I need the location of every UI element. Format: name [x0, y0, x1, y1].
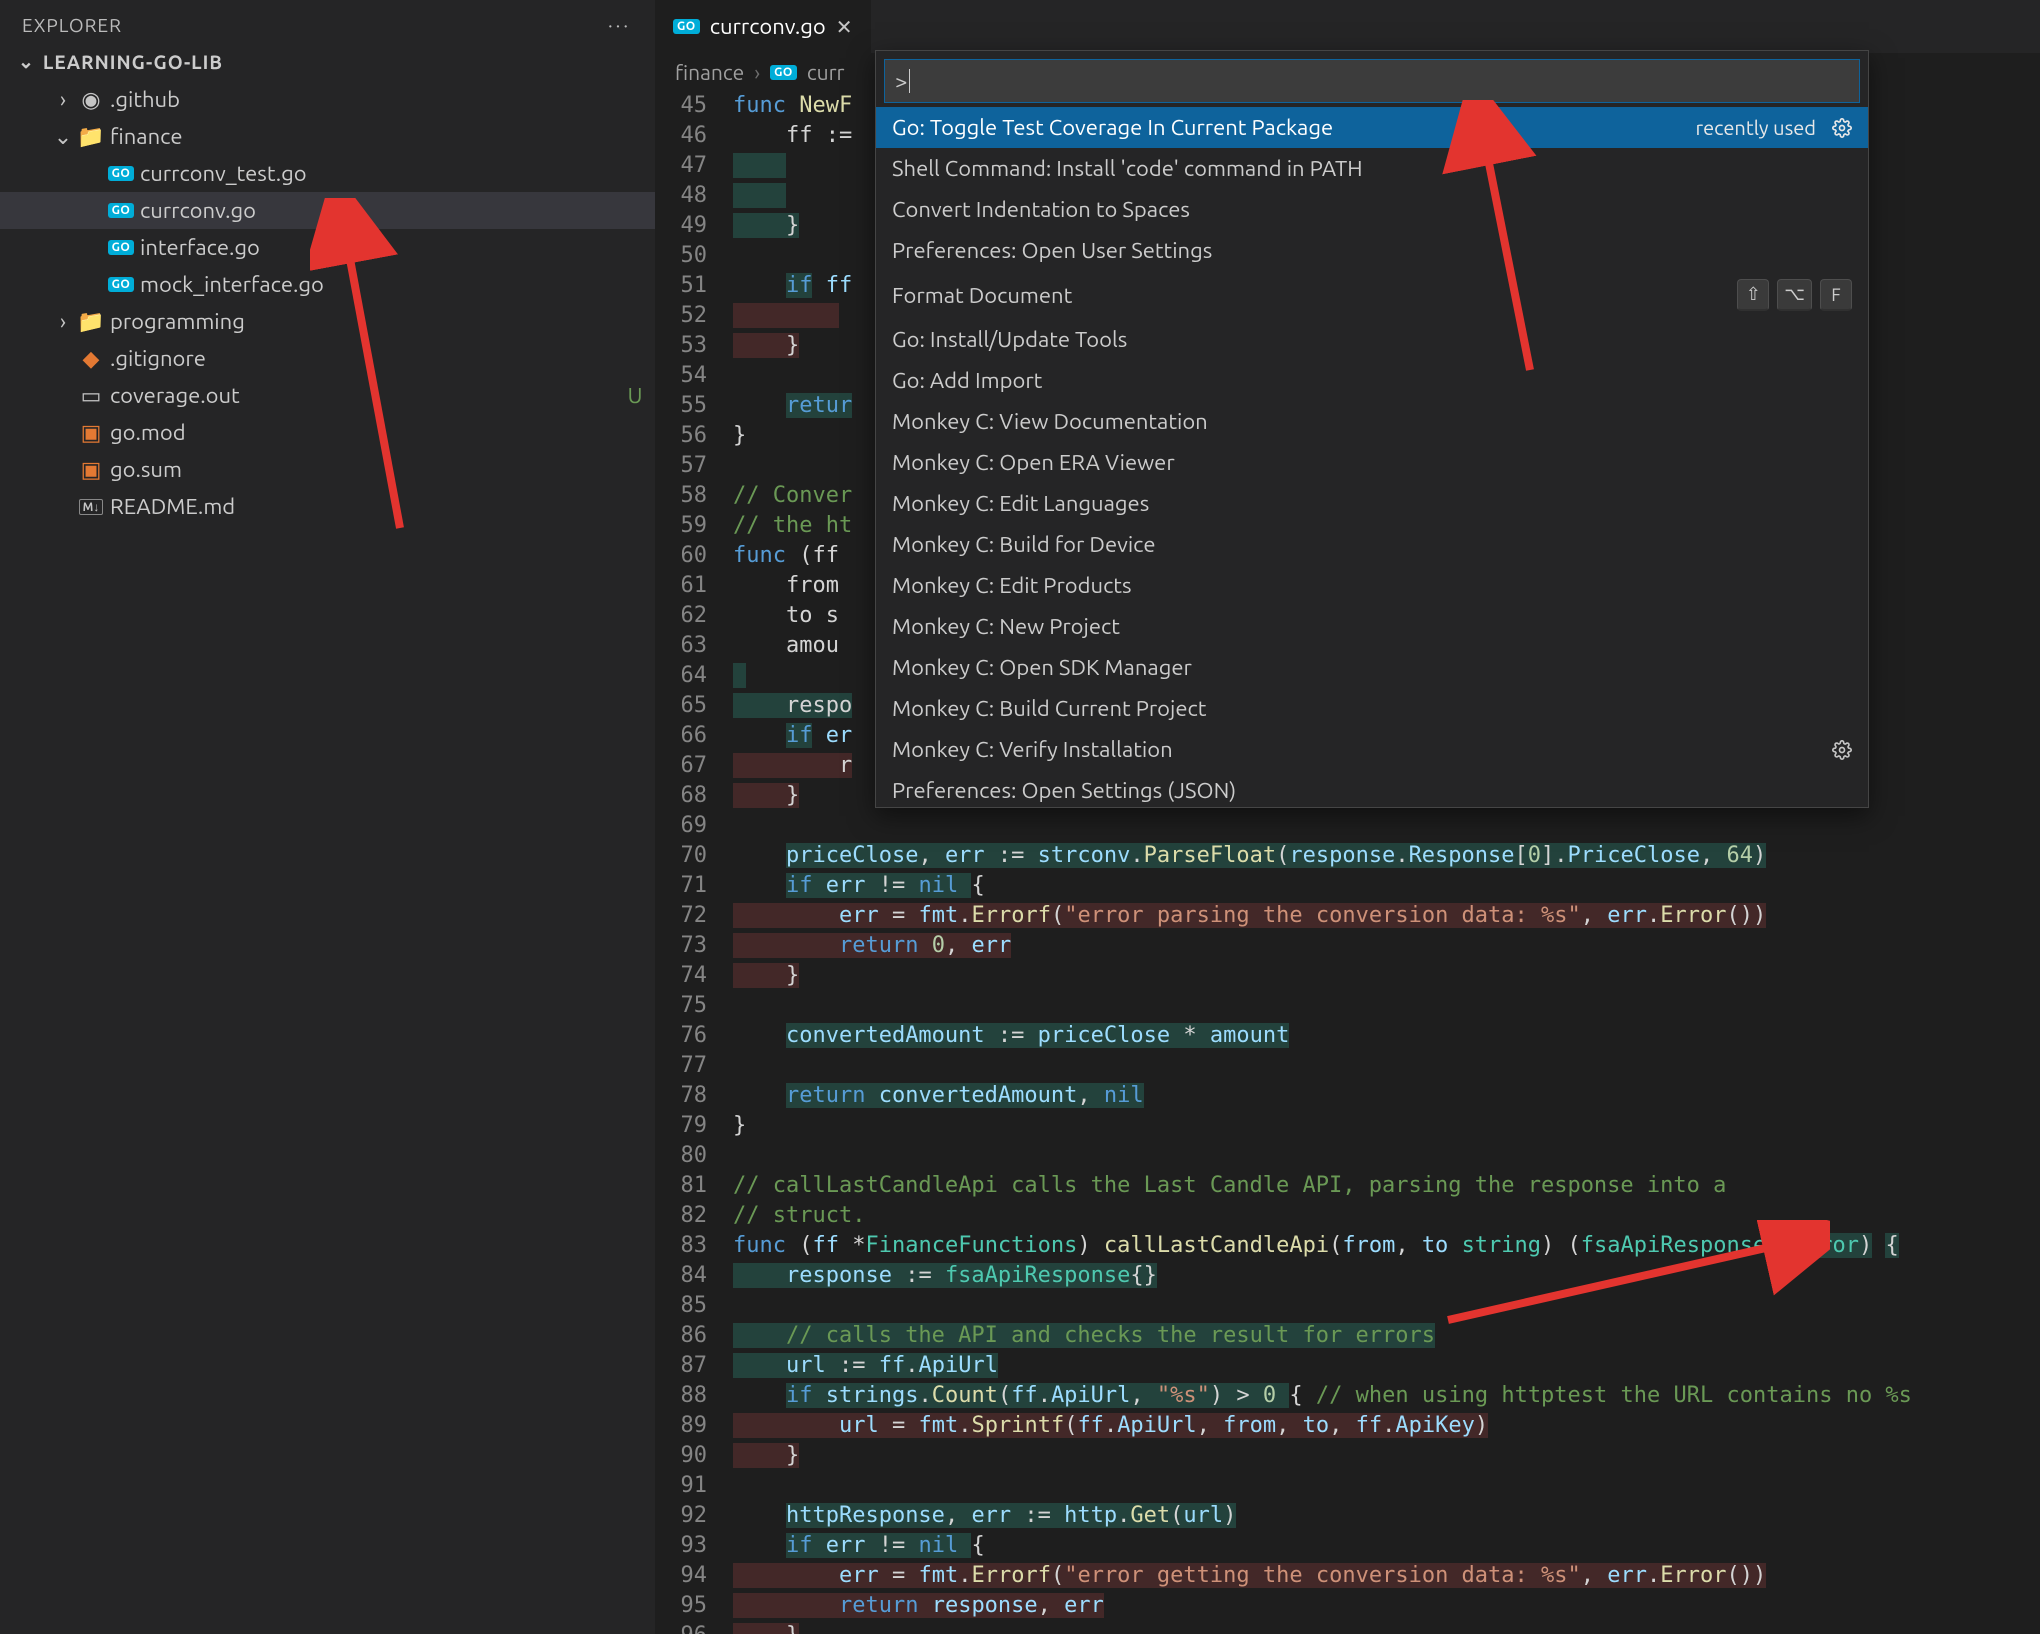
- tree-item[interactable]: M↓ README.md: [0, 488, 655, 525]
- palette-item-label: Format Document: [892, 283, 1072, 308]
- palette-item-label: Convert Indentation to Spaces: [892, 197, 1190, 222]
- file-tree: ›◉.github⌄📁financeGOcurrconv_test.goGOcu…: [0, 79, 655, 1634]
- palette-item[interactable]: Monkey C: Open SDK Manager: [876, 647, 1868, 688]
- palette-item-label: Preferences: Open Settings (JSON): [892, 778, 1236, 803]
- file-icon: ▭: [81, 383, 102, 409]
- palette-item-label: Go: Toggle Test Coverage In Current Pack…: [892, 115, 1333, 140]
- palette-item-label: Shell Command: Install 'code' command in…: [892, 156, 1363, 181]
- palette-item[interactable]: Go: Install/Update Tools: [876, 319, 1868, 360]
- go-icon: GO: [108, 203, 135, 218]
- tree-item-label: mock_interface.go: [140, 272, 655, 297]
- palette-item[interactable]: Monkey C: Edit Languages: [876, 483, 1868, 524]
- markdown-icon: M↓: [79, 499, 104, 515]
- palette-item-label: Preferences: Open User Settings: [892, 238, 1212, 263]
- tab-label: currconv.go: [710, 14, 826, 39]
- palette-item-label: Go: Add Import: [892, 368, 1042, 393]
- palette-item[interactable]: Monkey C: Build for Device: [876, 524, 1868, 565]
- keyboard-shortcut: ⇧⌥F: [1737, 279, 1852, 311]
- explorer-sidebar: EXPLORER ··· ⌄ LEARNING-GO-LIB ›◉.github…: [0, 0, 655, 1634]
- palette-item-label: Monkey C: View Documentation: [892, 409, 1208, 434]
- palette-item-label: Monkey C: New Project: [892, 614, 1120, 639]
- palette-item-label: Go: Install/Update Tools: [892, 327, 1127, 352]
- github-icon: ◉: [81, 87, 100, 113]
- tree-item[interactable]: ◆ .gitignore: [0, 340, 655, 377]
- palette-item[interactable]: Shell Command: Install 'code' command in…: [876, 148, 1868, 189]
- palette-item-label: Monkey C: Open SDK Manager: [892, 655, 1192, 680]
- tree-item-label: .github: [110, 87, 655, 112]
- chevron-right-icon: ›: [50, 87, 76, 112]
- palette-prompt: >: [895, 69, 907, 94]
- palette-item[interactable]: Convert Indentation to Spaces: [876, 189, 1868, 230]
- gear-icon[interactable]: [1832, 740, 1852, 760]
- go-icon: GO: [770, 65, 797, 80]
- project-name: LEARNING-GO-LIB: [43, 51, 223, 73]
- gear-icon[interactable]: [1832, 118, 1852, 138]
- tree-item[interactable]: ▣ go.sum: [0, 451, 655, 488]
- palette-item-label: Monkey C: Verify Installation: [892, 737, 1173, 762]
- tab-bar: GO currconv.go ✕: [655, 0, 2040, 53]
- palette-item[interactable]: Go: Toggle Test Coverage In Current Pack…: [876, 107, 1868, 148]
- palette-item-label: Monkey C: Build Current Project: [892, 696, 1206, 721]
- tree-item-label: currconv_test.go: [140, 161, 655, 186]
- tree-item-label: go.mod: [110, 420, 655, 445]
- project-root[interactable]: ⌄ LEARNING-GO-LIB: [0, 44, 655, 79]
- tree-item[interactable]: GO currconv.go: [0, 192, 655, 229]
- go-icon: GO: [108, 277, 135, 292]
- chevron-right-icon: ›: [50, 309, 76, 334]
- tree-item-label: interface.go: [140, 235, 655, 260]
- palette-item[interactable]: Monkey C: View Documentation: [876, 401, 1868, 442]
- breadcrumb-folder[interactable]: finance: [675, 60, 744, 84]
- command-palette: > Go: Toggle Test Coverage In Current Pa…: [875, 50, 1869, 808]
- tree-item[interactable]: GO mock_interface.go: [0, 266, 655, 303]
- chevron-down-icon: ⌄: [18, 50, 35, 73]
- folder-icon: 📁: [77, 124, 104, 150]
- tab-currconv[interactable]: GO currconv.go ✕: [655, 0, 872, 53]
- tree-item[interactable]: ›◉ .github: [0, 81, 655, 118]
- palette-item-label: Monkey C: Open ERA Viewer: [892, 450, 1175, 475]
- tree-item-label: README.md: [110, 494, 655, 519]
- go-icon: GO: [108, 240, 135, 255]
- go-icon: GO: [108, 166, 135, 181]
- palette-item[interactable]: Monkey C: Verify Installation: [876, 729, 1868, 770]
- tree-item-label: .gitignore: [110, 346, 655, 371]
- palette-item[interactable]: Format Document ⇧⌥F: [876, 271, 1868, 319]
- palette-item-label: Monkey C: Edit Languages: [892, 491, 1149, 516]
- git-icon: ◆: [83, 346, 100, 372]
- palette-item-label: Monkey C: Edit Products: [892, 573, 1132, 598]
- gomod-icon: ▣: [81, 457, 102, 483]
- tree-item-label: go.sum: [110, 457, 655, 482]
- recently-used-label: recently used: [1696, 116, 1816, 139]
- palette-item[interactable]: Monkey C: Open ERA Viewer: [876, 442, 1868, 483]
- git-status: U: [615, 383, 655, 408]
- more-icon[interactable]: ···: [608, 14, 631, 36]
- palette-item[interactable]: Preferences: Open User Settings: [876, 230, 1868, 271]
- palette-item[interactable]: Preferences: Open Settings (JSON): [876, 770, 1868, 807]
- breadcrumb-file[interactable]: curr: [807, 60, 845, 84]
- palette-item[interactable]: Monkey C: New Project: [876, 606, 1868, 647]
- palette-item[interactable]: Monkey C: Build Current Project: [876, 688, 1868, 729]
- palette-item[interactable]: Monkey C: Edit Products: [876, 565, 1868, 606]
- go-icon: GO: [673, 19, 700, 34]
- palette-item[interactable]: Go: Add Import: [876, 360, 1868, 401]
- close-icon[interactable]: ✕: [836, 15, 853, 39]
- tree-item[interactable]: ⌄📁finance: [0, 118, 655, 155]
- tree-item-label: coverage.out: [110, 383, 615, 408]
- palette-item-label: Monkey C: Build for Device: [892, 532, 1155, 557]
- tree-item[interactable]: ▣ go.mod: [0, 414, 655, 451]
- tree-item-label: programming: [110, 309, 655, 334]
- command-palette-input[interactable]: >: [884, 59, 1860, 103]
- chevron-down-icon: ⌄: [50, 124, 76, 150]
- tree-item[interactable]: GO interface.go: [0, 229, 655, 266]
- folder-icon: 📁: [77, 309, 104, 335]
- tree-item-label: currconv.go: [140, 198, 655, 223]
- explorer-title: EXPLORER: [22, 14, 122, 36]
- tree-item-label: finance: [110, 124, 655, 149]
- chevron-right-icon: ›: [754, 60, 760, 84]
- gomod-icon: ▣: [81, 420, 102, 446]
- tree-item[interactable]: GO currconv_test.go: [0, 155, 655, 192]
- tree-item[interactable]: ›📁programming: [0, 303, 655, 340]
- tree-item[interactable]: ▭ coverage.outU: [0, 377, 655, 414]
